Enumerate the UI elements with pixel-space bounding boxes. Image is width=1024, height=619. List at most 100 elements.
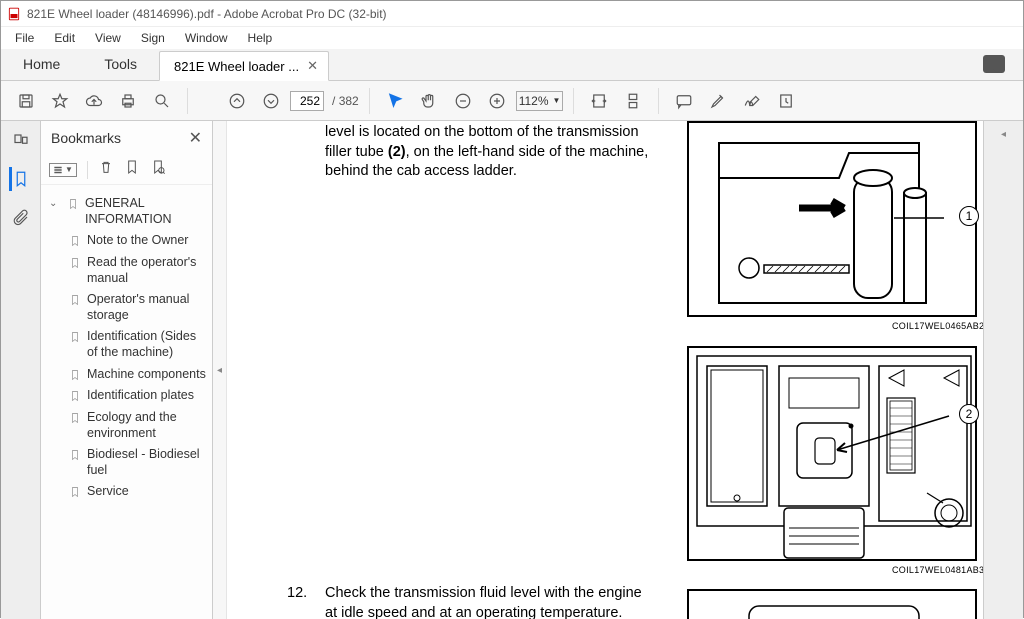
tab-document[interactable]: 821E Wheel loader ... ✕ xyxy=(159,51,329,81)
sign-button[interactable] xyxy=(737,86,767,116)
bookmark-label: GENERAL INFORMATION xyxy=(85,196,206,227)
page-total-label: / 382 xyxy=(332,94,359,108)
save-button[interactable] xyxy=(11,86,41,116)
main-toolbar: / 382 112%▼ xyxy=(1,81,1023,121)
bookmark-item[interactable]: Read the operator's manual xyxy=(69,252,206,289)
page-up-button[interactable] xyxy=(222,86,252,116)
window-title: 821E Wheel loader (48146996).pdf - Adobe… xyxy=(27,7,387,21)
share-feedback-icon[interactable] xyxy=(983,55,1005,73)
chevron-left-icon: ◂ xyxy=(1001,129,1006,140)
body-text: filler tube (2), on the left-hand side o… xyxy=(325,143,665,163)
bookmark-options-icon[interactable]: ▼ xyxy=(49,163,77,177)
figure-3 xyxy=(687,589,977,619)
figure-1 xyxy=(687,121,977,317)
bookmark-item[interactable]: Biodiesel - Biodiesel fuel xyxy=(69,444,206,481)
star-button[interactable] xyxy=(45,86,75,116)
bookmark-icon xyxy=(69,411,81,425)
bookmark-item[interactable]: Service xyxy=(69,481,206,503)
step-number: 12. xyxy=(287,584,307,604)
search-button[interactable] xyxy=(147,86,177,116)
selection-tool-button[interactable] xyxy=(380,86,410,116)
figure-1-caption: COIL17WEL0465AB xyxy=(892,320,979,332)
window-titlebar: 821E Wheel loader (48146996).pdf - Adobe… xyxy=(1,1,1023,27)
bookmark-label: Identification plates xyxy=(87,388,194,404)
bookmark-item[interactable]: Ecology and the environment xyxy=(69,407,206,444)
menu-window[interactable]: Window xyxy=(175,29,238,47)
tab-bar: Home Tools 821E Wheel loader ... ✕ xyxy=(1,49,1023,81)
figure-callout-2: 2 xyxy=(959,404,979,424)
cloud-upload-button[interactable] xyxy=(79,86,109,116)
thumbnails-tab[interactable] xyxy=(9,129,33,153)
bookmark-root[interactable]: ⌄ GENERAL INFORMATION xyxy=(47,193,206,230)
tools-pane-handle[interactable]: ◂ xyxy=(983,121,1023,619)
bookmark-label: Identification (Sides of the machine) xyxy=(87,329,206,360)
menu-edit[interactable]: Edit xyxy=(44,29,85,47)
navigation-rail xyxy=(1,121,41,619)
menu-help[interactable]: Help xyxy=(238,29,283,47)
menubar: File Edit View Sign Window Help xyxy=(1,27,1023,49)
bookmark-icon xyxy=(69,389,81,403)
document-view[interactable]: level is located on the bottom of the tr… xyxy=(227,121,983,619)
body-text: level is located on the bottom of the tr… xyxy=(325,123,665,143)
body-text: Check the transmission fluid level with … xyxy=(325,584,675,604)
figure-2-index: 3 xyxy=(979,564,983,576)
fit-width-button[interactable] xyxy=(584,86,614,116)
bookmark-icon xyxy=(69,448,81,462)
close-panel-icon[interactable]: ✕ xyxy=(189,128,202,148)
close-tab-icon[interactable]: ✕ xyxy=(307,58,318,74)
attachments-tab[interactable] xyxy=(9,205,33,229)
new-bookmark-icon[interactable] xyxy=(124,159,140,180)
figure-callout-1: 1 xyxy=(959,206,979,226)
zoom-select[interactable]: 112%▼ xyxy=(516,91,564,111)
menu-sign[interactable]: Sign xyxy=(131,29,175,47)
bookmark-icon xyxy=(69,234,81,248)
collapse-panel-handle[interactable]: ◂ xyxy=(213,121,227,619)
find-bookmark-icon[interactable] xyxy=(150,159,166,180)
menu-view[interactable]: View xyxy=(85,29,131,47)
page-number-input[interactable] xyxy=(290,91,324,111)
bookmark-icon xyxy=(69,368,81,382)
bookmark-label: Machine components xyxy=(87,367,206,383)
hand-tool-button[interactable] xyxy=(414,86,444,116)
zoom-out-button[interactable] xyxy=(448,86,478,116)
page-down-button[interactable] xyxy=(256,86,286,116)
bookmarks-panel: Bookmarks ✕ ▼ ⌄ GENERAL INFORMATION Note… xyxy=(41,121,213,619)
scroll-mode-button[interactable] xyxy=(618,86,648,116)
bookmark-item[interactable]: Identification plates xyxy=(69,385,206,407)
tab-home[interactable]: Home xyxy=(1,48,82,80)
pdf-file-icon xyxy=(7,7,21,21)
bookmark-icon xyxy=(69,330,81,344)
bookmark-label: Read the operator's manual xyxy=(87,255,206,286)
delete-bookmark-icon[interactable] xyxy=(98,159,114,180)
figure-1-index: 2 xyxy=(979,320,983,332)
tab-tools[interactable]: Tools xyxy=(82,48,159,80)
bookmarks-tab[interactable] xyxy=(9,167,33,191)
figure-2-caption: COIL17WEL0481AB xyxy=(892,564,979,576)
bookmark-label: Biodiesel - Biodiesel fuel xyxy=(87,447,206,478)
bookmarks-title: Bookmarks xyxy=(51,130,121,146)
chevron-down-icon[interactable]: ⌄ xyxy=(49,196,61,209)
chevron-left-icon: ◂ xyxy=(217,365,222,376)
bookmark-icon xyxy=(69,293,81,307)
bookmarks-toolbar: ▼ xyxy=(41,155,212,185)
bookmark-item[interactable]: Identification (Sides of the machine) xyxy=(69,326,206,363)
body-text: behind the cab access ladder. xyxy=(325,162,665,182)
zoom-in-button[interactable] xyxy=(482,86,512,116)
menu-file[interactable]: File xyxy=(5,29,44,47)
highlight-button[interactable] xyxy=(703,86,733,116)
bookmark-label: Service xyxy=(87,484,129,500)
bookmarks-list: ⌄ GENERAL INFORMATION Note to the Owner R… xyxy=(41,185,212,619)
figure-2 xyxy=(687,346,977,561)
bookmark-label: Note to the Owner xyxy=(87,233,188,249)
body-text: at idle speed and at an operating temper… xyxy=(325,604,675,619)
bookmark-icon xyxy=(69,485,81,499)
print-button[interactable] xyxy=(113,86,143,116)
bookmark-item[interactable]: Machine components xyxy=(69,364,206,386)
bookmark-label: Ecology and the environment xyxy=(87,410,206,441)
tab-document-label: 821E Wheel loader ... xyxy=(174,59,299,74)
bookmark-item[interactable]: Note to the Owner xyxy=(69,230,206,252)
stamp-button[interactable] xyxy=(771,86,801,116)
bookmark-icon xyxy=(67,197,79,211)
comment-button[interactable] xyxy=(669,86,699,116)
bookmark-item[interactable]: Operator's manual storage xyxy=(69,289,206,326)
